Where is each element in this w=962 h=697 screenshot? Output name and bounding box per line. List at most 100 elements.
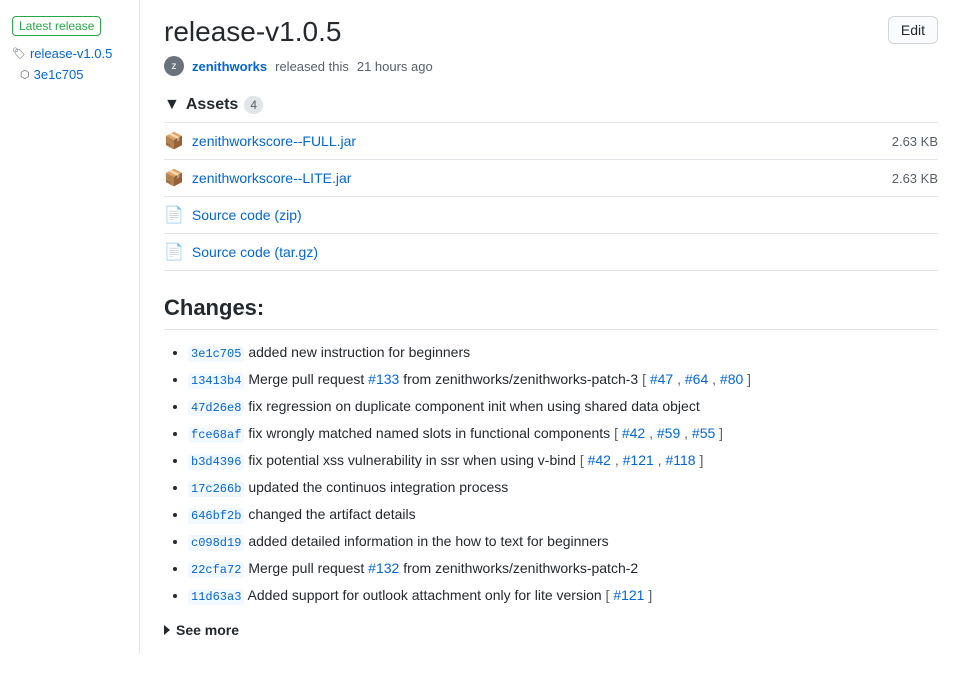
issue-42b[interactable]: #42 xyxy=(588,452,611,468)
brackets: ] xyxy=(648,587,652,603)
assets-count: 4 xyxy=(244,96,263,114)
commit-hash-3[interactable]: 47d26e8 xyxy=(188,400,244,416)
assets-section: ▼ Assets 4 📦 zenithworkscore--FULL.jar 2… xyxy=(164,96,938,271)
brackets: ] xyxy=(747,371,751,387)
see-more-label: See more xyxy=(176,622,239,638)
changes-title: Changes: xyxy=(164,295,938,330)
brackets: [ xyxy=(642,371,650,387)
package-icon-2: 📦 xyxy=(164,168,184,188)
list-item: c098d19 added detailed information in th… xyxy=(188,531,938,552)
change-text-4: fix wrongly matched named slots in funct… xyxy=(248,425,614,441)
commit-hash-9[interactable]: 22cfa72 xyxy=(188,562,244,578)
change-text-9: Merge pull request xyxy=(248,560,368,576)
asset-left: 📦 zenithworkscore--LITE.jar xyxy=(164,168,351,188)
change-text-6: updated the continuos integration proces… xyxy=(248,479,508,495)
asset-row: 📄 Source code (zip) xyxy=(164,197,938,234)
issue-118[interactable]: #118 xyxy=(665,452,695,468)
issue-47[interactable]: #47 xyxy=(650,371,673,387)
sidebar-tag-link[interactable]: 🏷 release-v1.0.5 xyxy=(12,46,127,61)
issue-64[interactable]: #64 xyxy=(685,371,708,387)
sidebar-commit-label: 3e1c705 xyxy=(34,67,84,82)
brackets: [ xyxy=(614,425,622,441)
commit-hash-2[interactable]: 13413b4 xyxy=(188,373,244,389)
brackets: , xyxy=(684,425,692,441)
commit-hash-4[interactable]: fce68af xyxy=(188,427,244,443)
main-content: release-v1.0.5 Edit z zenithworks releas… xyxy=(140,0,962,654)
list-item: b3d4396 fix potential xss vulnerability … xyxy=(188,450,938,471)
change-text-8: added detailed information in the how to… xyxy=(248,533,608,549)
asset-size-2: 2.63 KB xyxy=(892,171,938,186)
brackets: [ xyxy=(580,452,588,468)
issue-80[interactable]: #80 xyxy=(720,371,743,387)
see-more-button[interactable]: See more xyxy=(164,622,938,638)
release-meta: z zenithworks released this 21 hours ago xyxy=(164,56,938,76)
asset-row: 📦 zenithworkscore--LITE.jar 2.63 KB xyxy=(164,160,938,197)
file-icon-1: 📄 xyxy=(164,205,184,225)
change-text-10: Added support for outlook attachment onl… xyxy=(248,587,606,603)
change-text-1: added new instruction for beginners xyxy=(248,344,470,360)
sidebar-commit-link[interactable]: ⬡ 3e1c705 xyxy=(20,67,127,82)
change-text-5: fix potential xss vulnerability in ssr w… xyxy=(248,452,580,468)
released-text: released this xyxy=(275,59,349,74)
issue-121b[interactable]: #121 xyxy=(613,587,644,603)
list-item: 13413b4 Merge pull request #133 from zen… xyxy=(188,369,938,390)
asset-link-1[interactable]: zenithworkscore--FULL.jar xyxy=(192,133,356,149)
commit-hash-5[interactable]: b3d4396 xyxy=(188,454,244,470)
list-item: 11d63a3 Added support for outlook attach… xyxy=(188,585,938,606)
asset-left: 📄 Source code (zip) xyxy=(164,205,302,225)
issue-59[interactable]: #59 xyxy=(657,425,680,441)
commit-hash-10[interactable]: 11d63a3 xyxy=(188,589,244,605)
list-item: 22cfa72 Merge pull request #132 from zen… xyxy=(188,558,938,579)
list-item: 17c266b updated the continuos integratio… xyxy=(188,477,938,498)
pr-link-133[interactable]: #133 xyxy=(368,371,399,387)
asset-link-4[interactable]: Source code (tar.gz) xyxy=(192,244,318,260)
latest-release-badge: Latest release xyxy=(12,16,101,36)
commit-hash-8[interactable]: c098d19 xyxy=(188,535,244,551)
sidebar: Latest release 🏷 release-v1.0.5 ⬡ 3e1c70… xyxy=(0,0,140,654)
list-item: 47d26e8 fix regression on duplicate comp… xyxy=(188,396,938,417)
tag-icon: 🏷 xyxy=(12,47,26,60)
issue-42a[interactable]: #42 xyxy=(622,425,645,441)
commit-hash-1[interactable]: 3e1c705 xyxy=(188,346,244,362)
assets-list: 📦 zenithworkscore--FULL.jar 2.63 KB 📦 ze… xyxy=(164,122,938,271)
avatar: z xyxy=(164,56,184,76)
file-icon-2: 📄 xyxy=(164,242,184,262)
assets-header[interactable]: ▼ Assets 4 xyxy=(164,96,938,114)
brackets: , xyxy=(649,425,657,441)
asset-link-3[interactable]: Source code (zip) xyxy=(192,207,302,223)
collapse-icon: ▼ xyxy=(164,96,180,114)
commit-hash-7[interactable]: 646bf2b xyxy=(188,508,244,524)
assets-label: Assets xyxy=(186,96,238,114)
list-item: 646bf2b changed the artifact details xyxy=(188,504,938,525)
pr-link-132[interactable]: #132 xyxy=(368,560,399,576)
list-item: fce68af fix wrongly matched named slots … xyxy=(188,423,938,444)
sidebar-tag-label: release-v1.0.5 xyxy=(30,46,112,61)
package-icon-1: 📦 xyxy=(164,131,184,151)
chevron-right-icon xyxy=(164,625,170,635)
asset-row: 📄 Source code (tar.gz) xyxy=(164,234,938,271)
brackets: , xyxy=(712,371,720,387)
change-text-2: Merge pull request xyxy=(248,371,368,387)
change-text-2b: from zenithworks/zenithworks-patch-3 xyxy=(403,371,642,387)
asset-size-1: 2.63 KB xyxy=(892,134,938,149)
issue-55[interactable]: #55 xyxy=(692,425,715,441)
commit-hash-6[interactable]: 17c266b xyxy=(188,481,244,497)
change-text-7: changed the artifact details xyxy=(248,506,415,522)
time-ago: 21 hours ago xyxy=(357,59,433,74)
brackets: , xyxy=(677,371,685,387)
list-item: 3e1c705 added new instruction for beginn… xyxy=(188,342,938,363)
brackets: , xyxy=(615,452,623,468)
author-link[interactable]: zenithworks xyxy=(192,59,267,74)
asset-link-2[interactable]: zenithworkscore--LITE.jar xyxy=(192,170,352,186)
asset-left: 📄 Source code (tar.gz) xyxy=(164,242,318,262)
changes-list: 3e1c705 added new instruction for beginn… xyxy=(164,342,938,606)
asset-row: 📦 zenithworkscore--FULL.jar 2.63 KB xyxy=(164,123,938,160)
brackets: ] xyxy=(699,452,703,468)
commit-icon: ⬡ xyxy=(20,68,30,81)
asset-left: 📦 zenithworkscore--FULL.jar xyxy=(164,131,356,151)
issue-121a[interactable]: #121 xyxy=(623,452,654,468)
brackets: ] xyxy=(719,425,723,441)
changes-section: Changes: 3e1c705 added new instruction f… xyxy=(164,295,938,638)
release-header: release-v1.0.5 Edit xyxy=(164,16,938,48)
edit-button[interactable]: Edit xyxy=(888,16,938,44)
